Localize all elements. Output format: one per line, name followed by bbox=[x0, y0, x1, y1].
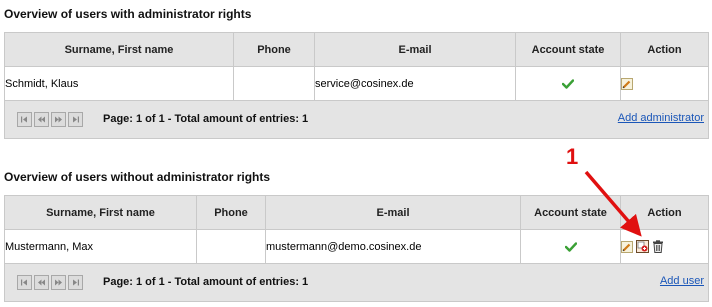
cell-actions bbox=[620, 66, 709, 101]
edit-icon[interactable] bbox=[621, 77, 633, 90]
cell-name: Schmidt, Klaus bbox=[4, 66, 234, 101]
pager-cell: Page: 1 of 1 - Total amount of entries: … bbox=[4, 263, 709, 302]
previous-page-icon bbox=[38, 279, 45, 286]
previous-page-button[interactable] bbox=[34, 112, 49, 127]
edit-icon[interactable] bbox=[621, 240, 633, 253]
delete-icon[interactable] bbox=[652, 240, 664, 253]
grant-admin-icon[interactable] bbox=[636, 240, 650, 253]
add-user-link[interactable]: Add user bbox=[660, 275, 704, 287]
column-header-name[interactable]: Surname, First name bbox=[4, 32, 234, 67]
pager-cell: Page: 1 of 1 - Total amount of entries: … bbox=[4, 100, 709, 139]
next-page-icon bbox=[55, 116, 62, 123]
checkmark-icon bbox=[562, 78, 574, 89]
user-section-title: Overview of users without administrator … bbox=[4, 170, 271, 184]
previous-page-button[interactable] bbox=[34, 275, 49, 290]
table-header-row: Surname, First name Phone E-mail Account… bbox=[4, 195, 709, 230]
last-page-button[interactable] bbox=[68, 275, 83, 290]
cell-email: mustermann@demo.cosinex.de bbox=[265, 229, 521, 264]
pager-status-text: Page: 1 of 1 - Total amount of entries: … bbox=[103, 276, 309, 288]
first-page-button[interactable] bbox=[17, 112, 32, 127]
column-header-phone[interactable]: Phone bbox=[233, 32, 315, 67]
next-page-button[interactable] bbox=[51, 275, 66, 290]
callout-number: 1 bbox=[566, 144, 579, 169]
next-page-button[interactable] bbox=[51, 112, 66, 127]
add-administrator-link[interactable]: Add administrator bbox=[618, 112, 704, 124]
column-header-account-state[interactable]: Account state bbox=[515, 32, 621, 67]
pager-status-text: Page: 1 of 1 - Total amount of entries: … bbox=[103, 113, 309, 125]
regular-users-table: Surname, First name Phone E-mail Account… bbox=[4, 195, 709, 302]
first-page-button[interactable] bbox=[17, 275, 32, 290]
table-row: Schmidt, Klaus service@cosinex.de bbox=[4, 66, 709, 101]
admin-section-title: Overview of users with administrator rig… bbox=[4, 7, 252, 21]
cell-actions bbox=[620, 229, 709, 264]
cell-phone bbox=[233, 66, 315, 101]
last-page-button[interactable] bbox=[68, 112, 83, 127]
pager-row: Page: 1 of 1 - Total amount of entries: … bbox=[4, 100, 709, 139]
admin-users-table: Surname, First name Phone E-mail Account… bbox=[4, 32, 709, 139]
table-row: Mustermann, Max mustermann@demo.cosinex.… bbox=[4, 229, 709, 264]
cell-phone bbox=[196, 229, 266, 264]
cell-account-state bbox=[520, 229, 621, 264]
pager-nav bbox=[17, 112, 83, 127]
first-page-icon bbox=[21, 116, 27, 123]
last-page-icon bbox=[73, 116, 79, 123]
column-header-name[interactable]: Surname, First name bbox=[4, 195, 197, 230]
first-page-icon bbox=[21, 279, 27, 286]
column-header-phone[interactable]: Phone bbox=[196, 195, 266, 230]
cell-account-state bbox=[515, 66, 621, 101]
column-header-action: Action bbox=[620, 32, 709, 67]
cell-name: Mustermann, Max bbox=[4, 229, 197, 264]
table-header-row: Surname, First name Phone E-mail Account… bbox=[4, 32, 709, 67]
column-header-account-state[interactable]: Account state bbox=[520, 195, 621, 230]
last-page-icon bbox=[73, 279, 79, 286]
column-header-action: Action bbox=[620, 195, 709, 230]
previous-page-icon bbox=[38, 116, 45, 123]
column-header-email[interactable]: E-mail bbox=[265, 195, 521, 230]
pager-row: Page: 1 of 1 - Total amount of entries: … bbox=[4, 263, 709, 302]
next-page-icon bbox=[55, 279, 62, 286]
column-header-email[interactable]: E-mail bbox=[314, 32, 516, 67]
checkmark-icon bbox=[564, 241, 577, 252]
cell-email: service@cosinex.de bbox=[314, 66, 516, 101]
pager-nav bbox=[17, 275, 83, 290]
